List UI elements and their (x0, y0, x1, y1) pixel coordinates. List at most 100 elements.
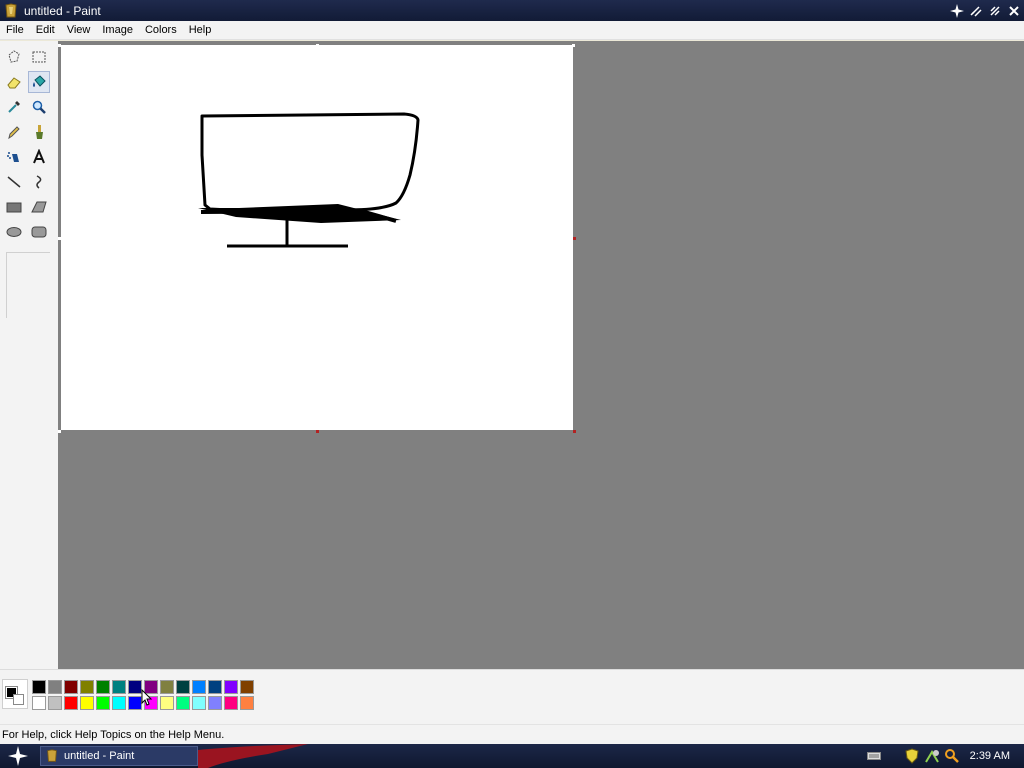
pencil-tool[interactable] (3, 121, 25, 143)
star-icon (949, 3, 964, 18)
close-button[interactable] (1005, 2, 1022, 19)
canvas-drawing (198, 112, 420, 248)
resize-handle-bottom[interactable] (316, 430, 319, 433)
eraser-tool[interactable] (3, 71, 25, 93)
eyedropper-icon (8, 101, 20, 113)
maximize-button[interactable] (986, 2, 1003, 19)
minimize-button[interactable] (967, 2, 984, 19)
palette-swatch[interactable] (192, 680, 206, 694)
pencil-icon (8, 126, 20, 140)
palette-swatch[interactable] (96, 680, 110, 694)
star-button[interactable] (948, 2, 965, 19)
palette-swatch[interactable] (80, 680, 94, 694)
eraser-icon (7, 77, 21, 89)
resize-handle-bottom-right[interactable] (573, 430, 576, 433)
drawing-canvas[interactable] (61, 45, 573, 430)
security-shield-icon[interactable] (904, 748, 920, 764)
resize-handle-top-right (572, 44, 575, 47)
rectangle-icon (6, 202, 22, 213)
menu-view[interactable]: View (61, 21, 97, 40)
palette-swatch[interactable] (160, 680, 174, 694)
rectangle-tool[interactable] (3, 196, 25, 218)
palette-swatch[interactable] (64, 696, 78, 710)
airbrush-tool[interactable] (3, 146, 25, 168)
taskbar-item-paint[interactable]: untitled - Paint (40, 746, 198, 766)
menu-colors[interactable]: Colors (139, 21, 183, 40)
palette-swatch[interactable] (80, 696, 94, 710)
current-colors[interactable] (2, 679, 28, 709)
mouse-cursor-icon (141, 689, 153, 706)
palette-swatch[interactable] (208, 680, 222, 694)
palette-swatch[interactable] (32, 696, 46, 710)
palette-swatch[interactable] (112, 696, 126, 710)
fill-tool[interactable] (28, 71, 50, 93)
workspace (58, 41, 1024, 669)
polygon-icon (31, 201, 47, 213)
status-text: For Help, click Help Topics on the Help … (2, 728, 225, 741)
title-bar: untitled - Paint (0, 0, 1024, 21)
palette-swatch[interactable] (176, 680, 190, 694)
palette-swatch[interactable] (128, 680, 142, 694)
search-icon[interactable] (944, 748, 960, 764)
taskbar-decoration (198, 744, 308, 768)
palette-swatch[interactable] (128, 696, 142, 710)
start-button[interactable] (2, 745, 34, 767)
menu-bar: File Edit View Image Colors Help (0, 21, 1024, 40)
ellipse-icon (6, 227, 22, 237)
start-star-icon (8, 746, 28, 766)
palette-swatch[interactable] (224, 680, 238, 694)
magnifier-tool[interactable] (28, 96, 50, 118)
palette-swatch[interactable] (32, 680, 46, 694)
system-tray: 2:39 AM (864, 744, 1024, 768)
background-color (13, 694, 24, 705)
rounded-rectangle-tool[interactable] (28, 221, 50, 243)
palette-swatch[interactable] (176, 696, 190, 710)
status-bar: For Help, click Help Topics on the Help … (0, 724, 1024, 744)
polygon-tool[interactable] (28, 196, 50, 218)
ellipse-tool[interactable] (3, 221, 25, 243)
toolbox (0, 41, 58, 669)
menu-file[interactable]: File (0, 21, 30, 40)
palette-swatch[interactable] (48, 696, 62, 710)
taskbar-item-label: untitled - Paint (64, 750, 135, 762)
palette-swatch[interactable] (240, 696, 254, 710)
close-icon (1008, 5, 1019, 16)
clock: 2:39 AM (969, 750, 1010, 762)
paint-bucket-icon (33, 75, 46, 87)
rectangle-select-icon (32, 51, 46, 63)
menu-help[interactable]: Help (183, 21, 218, 40)
line-icon (7, 176, 21, 188)
taskbar: untitled - Paint 2:39 AM (0, 744, 1024, 768)
magnifier-icon (32, 100, 46, 114)
maximize-icon (989, 5, 1000, 16)
palette-swatch[interactable] (64, 680, 78, 694)
palette-swatch[interactable] (192, 696, 206, 710)
free-form-select-icon (8, 50, 20, 63)
palette-swatch[interactable] (224, 696, 238, 710)
palette-swatch[interactable] (96, 696, 110, 710)
brush-icon (36, 125, 43, 139)
palette-swatch[interactable] (240, 680, 254, 694)
paint-app-icon (47, 749, 57, 762)
resize-handle-top (316, 44, 319, 47)
tool-options-box[interactable] (6, 252, 50, 318)
text-icon (33, 149, 45, 164)
select-tool[interactable] (28, 46, 50, 68)
brush-tool[interactable] (28, 121, 50, 143)
line-tool[interactable] (3, 171, 25, 193)
palette-swatch[interactable] (160, 696, 174, 710)
menu-image[interactable]: Image (96, 21, 139, 40)
palette-swatch[interactable] (48, 680, 62, 694)
palette-swatch[interactable] (208, 696, 222, 710)
resize-handle-top-left (58, 44, 61, 47)
pick-color-tool[interactable] (3, 96, 25, 118)
curve-tool[interactable] (28, 171, 50, 193)
palette-swatch[interactable] (112, 680, 126, 694)
network-icon[interactable] (924, 748, 940, 764)
free-form-select-tool[interactable] (3, 46, 25, 68)
resize-handle-right[interactable] (573, 237, 576, 240)
keyboard-icon[interactable] (866, 748, 882, 764)
menu-edit[interactable]: Edit (30, 21, 61, 40)
curve-icon (36, 175, 42, 189)
text-tool[interactable] (28, 146, 50, 168)
